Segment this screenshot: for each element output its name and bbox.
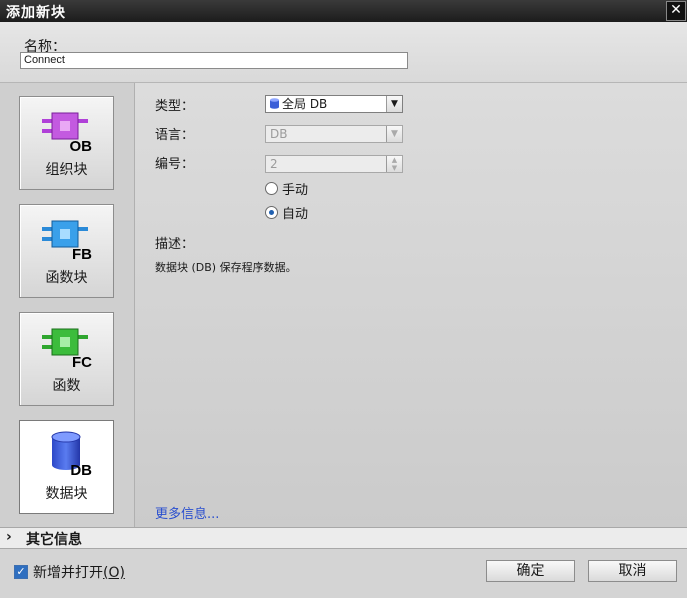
fc-block-button[interactable]: FC 函数 [19, 312, 114, 406]
number-value: 2 [270, 157, 278, 171]
db-block-icon: DB [51, 431, 92, 477]
ok-button[interactable]: 确定 [486, 560, 575, 582]
db-block-label: 数据块 [45, 486, 88, 502]
close-button[interactable]: ✕ [666, 1, 686, 21]
title-bar: 添加新块 ✕ [0, 0, 687, 22]
db-block-button[interactable]: DB 数据块 [19, 420, 114, 514]
radio-auto-label: 自动 [282, 207, 309, 222]
radio-auto[interactable]: 自动 [265, 203, 308, 222]
cancel-button[interactable]: 取消 [588, 560, 677, 582]
number-stepper: 2 ▲ ▼ [265, 155, 403, 173]
fc-code: FC [72, 354, 92, 369]
fb-block-label: 函数块 [45, 270, 88, 286]
fc-block-icon: FC [42, 328, 92, 369]
radio-manual[interactable]: 手动 [265, 179, 308, 198]
db-code: DB [70, 462, 92, 477]
chevron-down-icon: ▼ [386, 126, 402, 142]
ob-block-label: 组织块 [45, 162, 88, 178]
type-value: 全局 DB [282, 97, 328, 111]
type-label: 类型： [155, 99, 195, 114]
language-label: 语言： [155, 128, 195, 143]
other-info-label: 其它信息 [26, 532, 82, 548]
description-text: 数据块 (DB) 保存程序数据。 [155, 261, 297, 274]
global-db-icon [270, 98, 279, 109]
radio-manual-label: 手动 [282, 183, 309, 198]
more-info-link[interactable]: 更多信息... [155, 503, 219, 522]
description-label: 描述： [155, 237, 195, 252]
ob-code: OB [70, 138, 93, 153]
name-section: 名称： Connect [0, 22, 687, 83]
add-and-open-hotkey: (O) [103, 565, 125, 581]
type-select[interactable]: 全局 DB ▼ [265, 95, 403, 113]
chevron-right-icon[interactable]: › [6, 529, 12, 545]
fc-block-label: 函数 [52, 378, 81, 394]
fb-code: FB [72, 246, 92, 261]
stepper-arrows-icon: ▲ ▼ [386, 156, 402, 172]
add-and-open-checkbox[interactable]: ✓ [14, 565, 28, 579]
footer: ✓ 新增并打开(O) 确定 取消 [0, 549, 687, 598]
block-settings-pane: 类型： 全局 DB ▼ 语言： DB ▼ 编号： 2 ▲ ▼ 手动 自动 描述： … [135, 83, 687, 527]
fb-block-button[interactable]: FB 函数块 [19, 204, 114, 298]
language-value: DB [270, 127, 288, 141]
number-label: 编号： [155, 157, 195, 172]
ob-block-button[interactable]: OB 组织块 [19, 96, 114, 190]
add-and-open-label[interactable]: 新增并打开(O) [33, 562, 125, 582]
fb-block-icon: FB [42, 220, 92, 261]
name-input[interactable]: Connect [20, 52, 408, 69]
block-type-pane: OB 组织块 FB 函数块 FC 函数 DB 数据块 [0, 83, 135, 527]
radio-auto-circle[interactable] [265, 206, 278, 219]
chevron-down-icon[interactable]: ▼ [386, 96, 402, 112]
window-title: 添加新块 [6, 5, 66, 21]
other-info-section[interactable]: › 其它信息 [0, 527, 687, 549]
radio-manual-circle[interactable] [265, 182, 278, 195]
language-select: DB ▼ [265, 125, 403, 143]
ob-block-icon: OB [42, 112, 93, 153]
